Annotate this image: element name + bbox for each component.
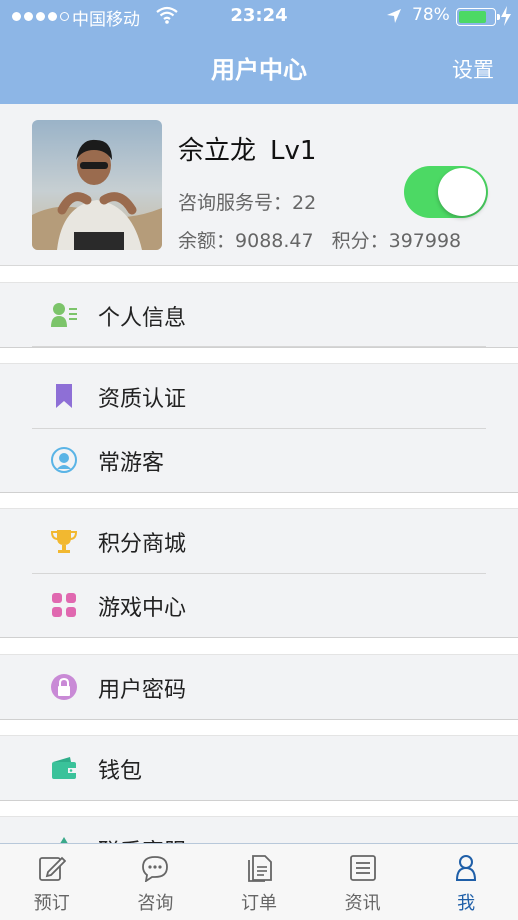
location-arrow-icon (387, 9, 401, 23)
tab-news[interactable]: 资讯 (311, 844, 415, 920)
menu-item-personal-info[interactable]: 个人信息 (0, 283, 518, 347)
balance-value: 9088.47 (235, 230, 314, 252)
menu-item-qualification[interactable]: 资质认证 (0, 364, 518, 428)
points-value: 397998 (388, 230, 462, 252)
battery-percent: 78% (412, 5, 450, 25)
balance-label: 余额： (178, 230, 236, 252)
user-name-line: 佘立龙 Lv1 (178, 130, 316, 167)
user-level: Lv1 (270, 136, 317, 166)
battery-icon (456, 8, 500, 26)
trophy-icon (50, 530, 78, 553)
menu-item-game-center[interactable]: 游戏中心 (0, 573, 518, 637)
points-label: 积分： (331, 230, 389, 252)
menu-label-game-center: 游戏中心 (98, 596, 187, 621)
balance-points-line: 余额：9088.47 积分：397998 (178, 226, 461, 253)
document-icon (248, 855, 272, 882)
tab-me[interactable]: 我 (414, 844, 518, 920)
page-title: 用户中心 (211, 56, 307, 84)
tab-label-book: 预订 (33, 893, 70, 914)
settings-button[interactable]: 设置 (452, 54, 494, 84)
menu-label-frequent-traveler: 常游客 (98, 451, 165, 476)
menu-group-verification: 资质认证 常游客 (0, 363, 518, 493)
wallet-icon (52, 757, 76, 779)
menu-label-personal-info: 个人信息 (98, 306, 187, 331)
tab-label-news: 资讯 (344, 893, 381, 914)
avatar-photo (32, 120, 162, 250)
menu-item-user-password[interactable]: 用户密码 (0, 655, 518, 719)
lock-icon (51, 674, 77, 700)
tab-bar: 预订 咨询 订单 资讯 我 (0, 843, 518, 920)
edit-pencil-icon (38, 856, 66, 881)
menu-label-qualification: 资质认证 (98, 387, 187, 412)
chat-bubble-icon (142, 856, 169, 882)
service-number-line: 咨询服务号：22 (178, 188, 316, 215)
avatar[interactable] (32, 120, 162, 250)
profile-toggle-switch[interactable] (404, 166, 488, 218)
menu-item-points-mall[interactable]: 积分商城 (0, 509, 518, 573)
grid-apps-icon (52, 593, 76, 617)
user-profile-icon (456, 855, 477, 881)
person-circle-icon (51, 447, 77, 473)
menu-item-frequent-traveler[interactable]: 常游客 (0, 428, 518, 492)
tab-label-consult: 咨询 (137, 893, 174, 914)
id-card-icon (51, 303, 77, 327)
tab-label-orders: 订单 (240, 893, 277, 914)
menu-label-user-password: 用户密码 (98, 678, 187, 703)
charging-bolt-icon (501, 6, 511, 26)
menu-item-wallet[interactable]: 钱包 (0, 736, 518, 800)
list-icon (349, 855, 376, 881)
profile-card: 佘立龙 Lv1 咨询服务号：22 余额：9088.47 积分：397998 (0, 104, 518, 266)
navigation-bar: 中国移动 23:24 78% 用户中心 设置 (0, 0, 518, 104)
menu-label-wallet: 钱包 (98, 759, 143, 784)
toggle-knob (438, 168, 486, 216)
menu-group-rewards: 积分商城 游戏中心 (0, 508, 518, 638)
battery-level-fill (459, 11, 486, 23)
menu-group-profile: 个人信息 (0, 282, 518, 348)
menu-label-points-mall: 积分商城 (98, 532, 187, 557)
service-number-label: 咨询服务号： (178, 192, 293, 214)
user-name: 佘立龙 (178, 136, 257, 166)
menu-group-wallet: 钱包 (0, 735, 518, 801)
menu-group-security: 用户密码 (0, 654, 518, 720)
tab-book[interactable]: 预订 (0, 844, 104, 920)
tab-orders[interactable]: 订单 (207, 844, 311, 920)
tab-label-me: 我 (457, 893, 476, 914)
tab-consult[interactable]: 咨询 (104, 844, 208, 920)
bookmark-icon (56, 384, 72, 408)
service-number-value: 22 (292, 192, 317, 214)
status-bar: 中国移动 23:24 78% (0, 0, 518, 34)
